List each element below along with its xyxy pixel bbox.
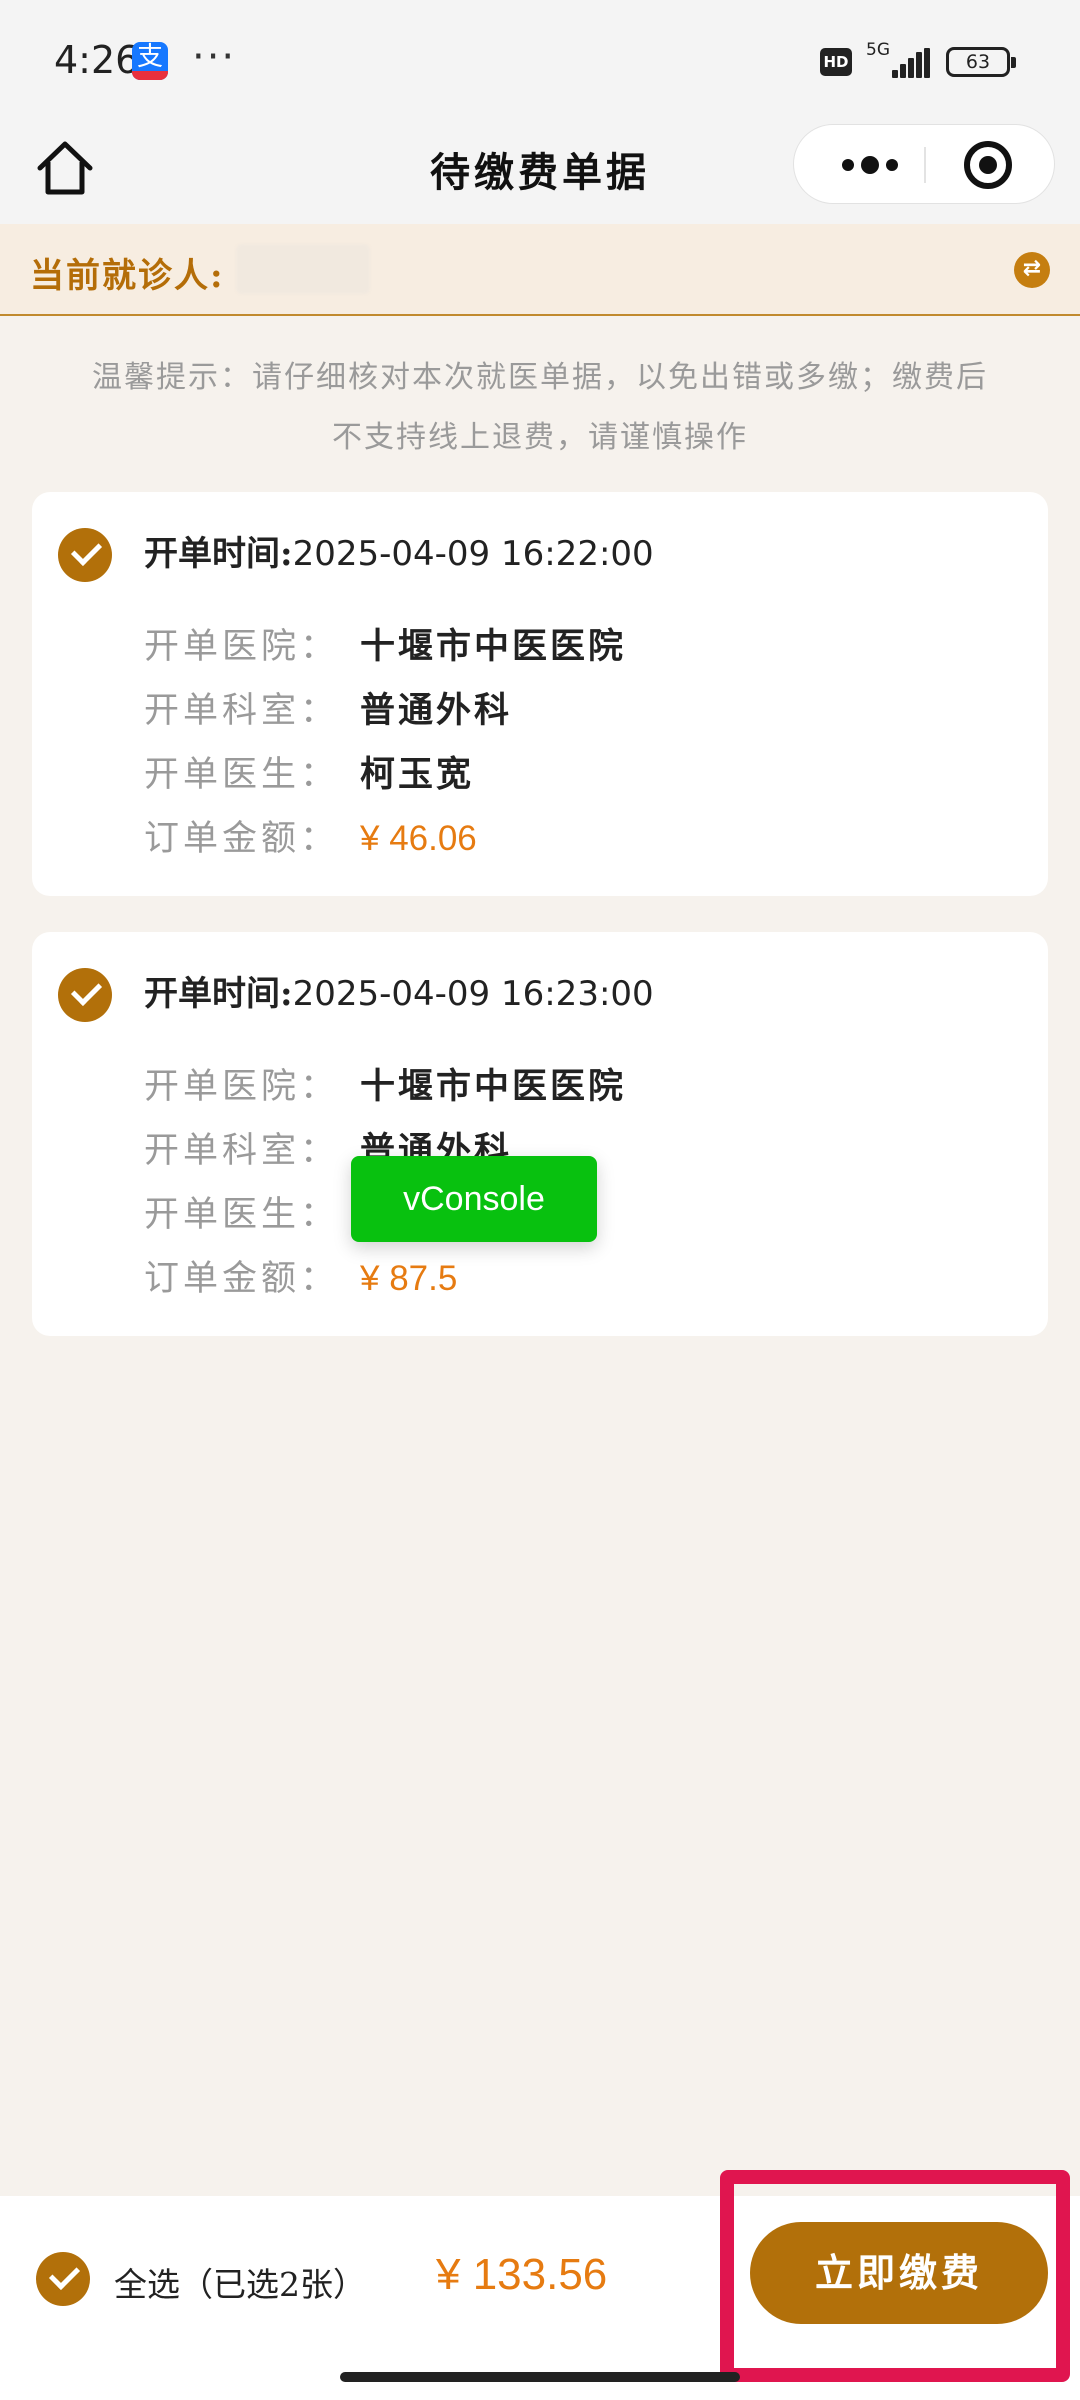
status-bar: 4:26 支 ··· HD 5G 63 (0, 0, 1080, 124)
patient-label: 当前就诊人: (30, 256, 225, 296)
order-time: 开单时间:2025-04-09 16:23:00 (144, 966, 654, 1015)
order-dept: 开单科室： 普通外科 (144, 682, 512, 733)
more-dots-icon[interactable] (830, 125, 910, 205)
order-amount: 订单金额： ¥ 46.06 (144, 810, 477, 861)
mini-program-capsule (793, 124, 1055, 204)
alipay-icon: 支 (132, 42, 168, 80)
dept-label: 开单科室： (144, 691, 340, 731)
order-time-value: 2025-04-09 16:22:00 (292, 534, 654, 574)
amount-label: 订单金额： (144, 1259, 340, 1299)
order-time-label: 开单时间: (144, 974, 293, 1014)
hospital-value: 十堰市中医医院 (360, 626, 627, 667)
patient-name-redacted (236, 244, 370, 294)
doctor-value: 柯玉宽 (360, 754, 475, 795)
doctor-label: 开单医生： (144, 1195, 340, 1235)
amount-label: 订单金额： (144, 819, 340, 859)
status-time: 4:26 (54, 38, 140, 82)
dept-value: 普通外科 (360, 690, 513, 731)
network-type: 5G (866, 40, 890, 60)
page: 4:26 支 ··· HD 5G 63 待缴费单据 当前就诊人: ⇄ 温馨提示：… (0, 0, 1080, 2400)
alipay-icon-char: 支 (136, 42, 163, 72)
checkbox-checked-icon[interactable] (58, 528, 112, 582)
order-hospital: 开单医院： 十堰市中医医院 (144, 1058, 626, 1109)
notice-line-2: 不支持线上退费，请谨慎操作 (332, 420, 748, 455)
signal-icon (892, 48, 932, 78)
notice-line-1: 温馨提示：请仔细核对本次就医单据，以免出错或多缴；缴费后 (92, 360, 988, 395)
order-time-value: 2025-04-09 16:23:00 (292, 974, 654, 1014)
notification-dots: ··· (192, 34, 237, 80)
hospital-label: 开单医院： (144, 1067, 340, 1107)
order-doctor: 开单医生： (144, 1186, 360, 1237)
vconsole-button[interactable]: vConsole (351, 1156, 597, 1242)
warm-notice: 温馨提示：请仔细核对本次就医单据，以免出错或多缴；缴费后 不支持线上退费，请谨慎… (40, 348, 1040, 468)
amount-value: ¥ 87.5 (360, 1259, 458, 1298)
patient-bar: 当前就诊人: ⇄ (0, 224, 1080, 316)
order-doctor: 开单医生： 柯玉宽 (144, 746, 474, 797)
dept-label: 开单科室： (144, 1131, 340, 1171)
checkbox-checked-icon[interactable] (58, 968, 112, 1022)
order-card[interactable]: 开单时间:2025-04-09 16:23:00 开单医院： 十堰市中医医院 开单… (32, 932, 1048, 1336)
total-amount: ¥ 133.56 (436, 2250, 608, 2299)
order-amount: 订单金额： ¥ 87.5 (144, 1250, 457, 1301)
order-time-label: 开单时间: (144, 534, 293, 574)
target-icon[interactable] (964, 141, 1012, 189)
nav-bar: 待缴费单据 (0, 124, 1080, 224)
pay-now-button[interactable]: 立即缴费 (750, 2222, 1048, 2324)
hospital-value: 十堰市中医医院 (360, 1066, 627, 1107)
select-all-checkbox-icon[interactable] (36, 2252, 90, 2306)
doctor-label: 开单医生： (144, 755, 340, 795)
hd-icon: HD (820, 48, 852, 76)
battery-icon: 63 (946, 47, 1016, 77)
switch-arrows-icon[interactable]: ⇄ (1014, 252, 1050, 288)
amount-value: ¥ 46.06 (360, 819, 477, 858)
hospital-label: 开单医院： (144, 627, 340, 667)
select-all-label[interactable]: 全选（已选2张） (114, 2258, 366, 2306)
order-card[interactable]: 开单时间:2025-04-09 16:22:00 开单医院： 十堰市中医医院 开单… (32, 492, 1048, 896)
order-hospital: 开单医院： 十堰市中医医院 (144, 618, 626, 669)
capsule-divider (924, 147, 926, 183)
home-indicator[interactable] (340, 2372, 740, 2382)
order-time: 开单时间:2025-04-09 16:22:00 (144, 526, 654, 575)
